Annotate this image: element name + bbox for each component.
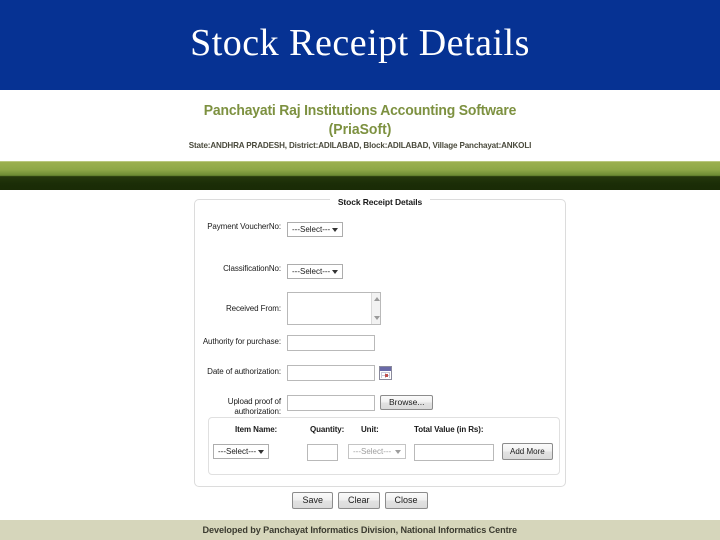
header-quantity: Quantity: [310,425,345,434]
field-row-authority-for-purchase: Authority for purchase: [195,335,375,351]
received-from-scrollbar[interactable] [371,293,380,324]
chevron-down-icon [395,450,401,454]
control-upload-proof: Browse... [287,395,434,411]
item-table-row: ---Select--- ---Select--- Add More [209,443,559,464]
save-button[interactable]: Save [292,492,333,509]
app-header: Panchayati Raj Institutions Accounting S… [0,90,720,160]
close-button[interactable]: Close [384,492,428,509]
header-unit: Unit: [361,425,379,434]
page-body: Stock Receipt Details Payment VoucherNo:… [0,190,720,520]
control-classification-no: ---Select--- [287,264,343,279]
label-received-from: Received From: [225,304,281,313]
scroll-down-icon[interactable] [374,316,380,320]
item-table-headers: Item Name: Quantity: Unit: Total Value (… [209,425,559,437]
classification-no-value: ---Select--- [292,267,331,276]
unit-select[interactable]: ---Select--- [348,444,406,459]
field-row-received-from: Received From: [195,292,381,325]
item-name-select[interactable]: ---Select--- [213,444,269,459]
browse-button[interactable]: Browse... [380,395,434,410]
chevron-down-icon [332,270,338,274]
received-from-textarea[interactable] [287,292,381,325]
field-row-upload-proof: Upload proof of authorization: Browse... [195,395,434,417]
item-name-value: ---Select--- [218,447,257,456]
control-payment-voucher-no: ---Select--- [287,222,343,237]
field-row-date-of-authorization: Date of authorization: [195,365,392,381]
chevron-down-icon [258,450,264,454]
page-title: Stock Receipt Details [190,22,530,64]
form-legend-text: Stock Receipt Details [329,197,431,207]
control-date-of-authorization [287,365,392,381]
slide-title-banner: Stock Receipt Details [0,0,720,90]
label-upload-proof: Upload proof of authorization: [227,397,281,416]
payment-voucher-no-select[interactable]: ---Select--- [287,222,343,237]
control-received-from [287,292,381,325]
classification-no-select[interactable]: ---Select--- [287,264,343,279]
upload-proof-input[interactable] [287,395,375,411]
calendar-icon[interactable] [379,366,392,380]
slide-canvas: Stock Receipt Details Panchayati Raj Ins… [0,0,720,540]
form-action-buttons: Save Clear Close [0,492,720,509]
unit-value: ---Select--- [353,447,392,456]
page-footer: Developed by Panchayat Informatics Divis… [0,520,720,540]
quantity-input[interactable] [307,444,338,461]
header-item-name: Item Name: [235,425,278,434]
stock-receipt-form: Stock Receipt Details Payment VoucherNo:… [194,197,566,487]
field-row-payment-voucher-no: Payment VoucherNo: ---Select--- [195,222,343,237]
field-row-classification-no: ClassificationNo: ---Select--- [195,264,343,279]
total-value-input[interactable] [414,444,494,461]
label-authority-for-purchase: Authority for purchase: [202,337,281,346]
chevron-down-icon [332,228,338,232]
authority-for-purchase-input[interactable] [287,335,375,351]
clear-button[interactable]: Clear [337,492,380,509]
payment-voucher-no-value: ---Select--- [292,225,331,234]
date-of-authorization-input[interactable] [287,365,375,381]
scroll-up-icon[interactable] [374,297,380,301]
add-more-button[interactable]: Add More [502,443,553,460]
control-authority-for-purchase [287,335,375,351]
item-entry-fieldset: Item Name: Quantity: Unit: Total Value (… [208,417,560,475]
app-title: Panchayati Raj Institutions Accounting S… [203,102,517,119]
form-legend: Stock Receipt Details [195,192,565,210]
footer-text: Developed by Panchayat Informatics Divis… [202,524,518,536]
app-location-line: State:ANDHRA PRADESH, District:ADILABAD,… [188,140,532,150]
label-classification-no: ClassificationNo: [223,264,281,273]
label-payment-voucher-no: Payment VoucherNo: [207,222,281,231]
label-date-of-authorization: Date of authorization: [207,367,281,376]
navigation-bar [0,161,720,190]
app-subtitle: (PriaSoft) [328,121,392,138]
header-total-value: Total Value (in Rs): [414,425,484,434]
